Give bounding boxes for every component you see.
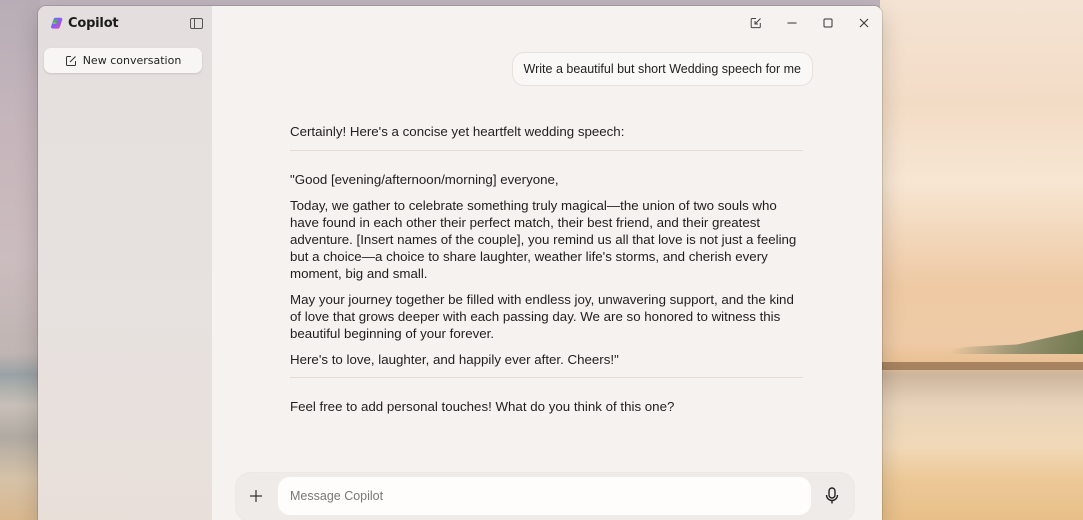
- desktop-wallpaper-right: [880, 0, 1083, 520]
- speech-paragraph: Today, we gather to celebrate something …: [290, 198, 797, 281]
- microphone-button[interactable]: [823, 487, 841, 505]
- arrow-to-corner-icon: [750, 18, 761, 29]
- maximize-icon: [823, 18, 833, 28]
- speech-paragraph: Here's to love, laughter, and happily ev…: [290, 352, 619, 367]
- divider: [290, 377, 803, 378]
- minimize-icon: [787, 22, 797, 24]
- new-conversation-label: New conversation: [82, 54, 182, 67]
- assistant-outro: Feel free to add personal touches! What …: [290, 399, 675, 414]
- window-controls: [738, 6, 882, 40]
- add-attachment-button[interactable]: [248, 488, 264, 504]
- maximize-button[interactable]: [810, 6, 846, 40]
- sidebar-panel-icon: [189, 17, 203, 29]
- assistant-intro: Certainly! Here's a concise yet heartfel…: [290, 124, 625, 139]
- user-message-bubble: Write a beautiful but short Wedding spee…: [511, 52, 813, 86]
- sidebar-toggle-button[interactable]: [188, 16, 204, 30]
- assistant-response: Certainly! Here's a concise yet heartfel…: [290, 123, 803, 415]
- new-conversation-button[interactable]: New conversation: [44, 48, 202, 73]
- message-composer: [236, 473, 854, 520]
- compose-icon: [65, 55, 76, 66]
- close-button[interactable]: [846, 6, 882, 40]
- sidebar: Copilot New conversation: [38, 6, 212, 520]
- speech-paragraph: "Good [evening/afternoon/morning] everyo…: [290, 172, 559, 187]
- plus-icon: [250, 490, 262, 502]
- wallpaper-treeline: [920, 330, 1083, 354]
- chat-area: Write a beautiful but short Wedding spee…: [212, 6, 882, 520]
- close-icon: [859, 18, 869, 28]
- wallpaper-shoreline: [880, 362, 1083, 370]
- compact-mode-button[interactable]: [738, 6, 774, 40]
- desktop-wallpaper-left: [0, 0, 40, 520]
- brand: Copilot: [51, 14, 119, 32]
- app-name: Copilot: [68, 15, 119, 31]
- divider: [290, 150, 803, 151]
- copilot-window: Copilot New conversation Write a beautif…: [38, 6, 882, 520]
- microphone-icon: [825, 487, 839, 504]
- minimize-button[interactable]: [774, 6, 810, 40]
- speech-paragraph: May your journey together be filled with…: [290, 292, 794, 341]
- message-input[interactable]: [278, 477, 811, 515]
- copilot-logo-icon: [51, 17, 63, 29]
